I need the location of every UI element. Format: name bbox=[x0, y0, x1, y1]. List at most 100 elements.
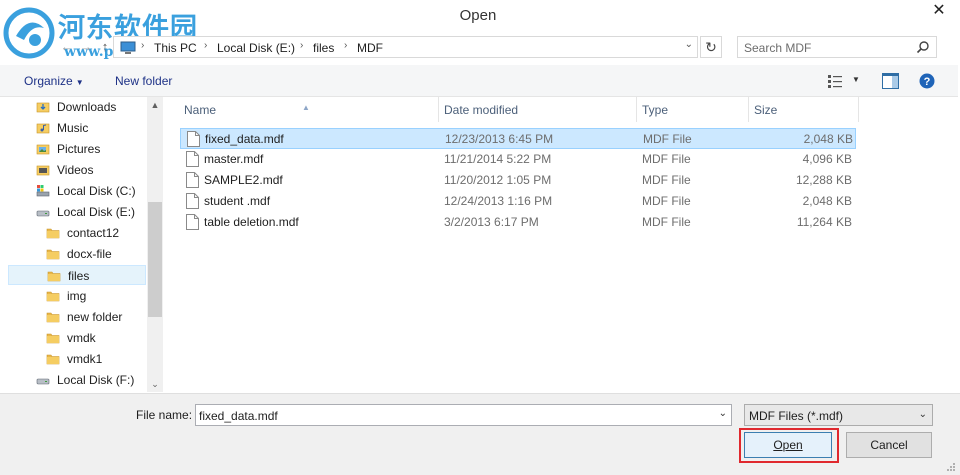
folder-icon bbox=[46, 310, 60, 324]
nav-item-docx-file[interactable]: docx-file bbox=[8, 244, 146, 264]
nav-scrollbar[interactable]: ▲ ⌄ bbox=[147, 97, 163, 392]
nav-item-local-disk-f[interactable]: Local Disk (F:) bbox=[8, 370, 146, 390]
svg-text:?: ? bbox=[924, 76, 931, 88]
file-icon bbox=[186, 193, 199, 209]
file-type: MDF File bbox=[642, 173, 691, 187]
file-size: 2,048 KB bbox=[802, 194, 852, 208]
nav-item-local-disk-c[interactable]: Local Disk (C:) bbox=[8, 181, 146, 201]
file-row[interactable]: master.mdf 11/21/2014 5:22 PM MDF File 4,09… bbox=[180, 149, 856, 170]
file-date-modified: 12/24/2013 1:16 PM bbox=[444, 194, 553, 208]
chevron-down-icon[interactable]: ⌄ bbox=[919, 409, 927, 420]
file-type: MDF File bbox=[643, 132, 692, 146]
music-folder-icon bbox=[36, 121, 50, 135]
cancel-button[interactable]: Cancel bbox=[846, 432, 932, 458]
column-name-label: Name bbox=[184, 103, 217, 117]
drive-icon bbox=[36, 205, 50, 219]
breadcrumb-local-disk-e[interactable]: Local Disk (E:) bbox=[217, 41, 295, 55]
nav-item-label: Videos bbox=[57, 163, 94, 177]
organize-label: Organize bbox=[24, 74, 73, 88]
nav-item-videos[interactable]: Videos bbox=[8, 160, 146, 180]
nav-item-label: Pictures bbox=[57, 142, 101, 156]
file-size: 11,264 KB bbox=[796, 215, 852, 229]
breadcrumb-files[interactable]: files bbox=[313, 41, 334, 55]
file-type-select[interactable]: MDF Files (*.mdf) ⌄ bbox=[744, 404, 933, 426]
file-name-input[interactable] bbox=[199, 407, 699, 424]
folder-icon bbox=[46, 289, 60, 303]
breadcrumb-mdf[interactable]: MDF bbox=[357, 41, 383, 55]
address-bar[interactable]: › This PC › Local Disk (E:) › files › MD… bbox=[113, 36, 698, 58]
forward-arrow-icon[interactable]: → bbox=[77, 37, 95, 57]
chevron-down-icon[interactable]: ⌄ bbox=[719, 408, 727, 419]
file-name-label: File name: bbox=[136, 408, 193, 422]
navigation-pane[interactable]: Downloads Music Pictures Videos Local Disk (… bbox=[8, 97, 163, 392]
nav-item-vmdk1[interactable]: vmdk1 bbox=[8, 349, 146, 369]
nav-item-label: contact12 bbox=[67, 226, 120, 240]
search-icon[interactable] bbox=[916, 40, 930, 54]
refresh-icon[interactable]: ↻ bbox=[700, 36, 722, 58]
file-icon bbox=[186, 172, 199, 188]
search-input[interactable] bbox=[744, 39, 914, 56]
file-row[interactable]: fixed_data.mdf 12/23/2013 6:45 PM MDF File… bbox=[180, 128, 856, 149]
file-name-combobox[interactable]: ⌄ bbox=[195, 404, 732, 426]
column-divider[interactable] bbox=[858, 97, 859, 122]
up-arrow-icon[interactable]: ↑ bbox=[96, 37, 114, 57]
nav-item-new-folder[interactable]: new folder bbox=[8, 307, 146, 327]
chevron-down-icon[interactable]: ⌄ bbox=[685, 39, 693, 50]
nav-item-label: Local Disk (F:) bbox=[57, 373, 135, 387]
file-name: fixed_data.mdf bbox=[205, 132, 284, 146]
computer-icon bbox=[120, 41, 136, 54]
column-header-name[interactable]: Name ▲ bbox=[170, 97, 438, 122]
command-bar: Organize ▼ New folder ▼ ? bbox=[0, 65, 958, 97]
nav-item-vmdk[interactable]: vmdk bbox=[8, 328, 146, 348]
preview-pane-icon[interactable] bbox=[882, 73, 899, 89]
back-arrow-icon[interactable]: ← bbox=[58, 37, 76, 57]
file-row[interactable]: table deletion.mdf 3/2/2013 6:17 PM MDF Fi… bbox=[180, 212, 856, 233]
videos-folder-icon bbox=[36, 163, 50, 177]
nav-item-label: vmdk1 bbox=[67, 352, 103, 366]
organize-button[interactable]: Organize ▼ bbox=[24, 74, 84, 88]
file-list: Name ▲ Date modified Type Size fixed_dat… bbox=[170, 97, 955, 392]
file-name: table deletion.mdf bbox=[204, 215, 299, 229]
search-box[interactable] bbox=[737, 36, 937, 58]
nav-item-music[interactable]: Music bbox=[8, 118, 146, 138]
breadcrumb-separator-icon: › bbox=[300, 40, 304, 51]
file-size: 12,288 KB bbox=[795, 173, 852, 187]
view-options-icon[interactable] bbox=[828, 74, 844, 88]
file-date-modified: 11/20/2012 1:05 PM bbox=[444, 173, 552, 187]
breadcrumb-this-pc[interactable]: This PC bbox=[154, 41, 197, 55]
file-date-modified: 11/21/2014 5:22 PM bbox=[444, 152, 552, 166]
nav-item-downloads[interactable]: Downloads bbox=[8, 97, 146, 117]
column-header-size[interactable]: Size bbox=[748, 97, 858, 122]
breadcrumb-separator-icon: › bbox=[204, 40, 208, 51]
file-type: MDF File bbox=[642, 194, 691, 208]
open-button[interactable]: Open bbox=[744, 432, 832, 458]
drive-icon bbox=[36, 373, 50, 387]
nav-item-label: vmdk bbox=[67, 331, 96, 345]
resize-grip-icon[interactable] bbox=[946, 462, 956, 472]
file-row[interactable]: student .mdf 12/24/2013 1:16 PM MDF File 2,… bbox=[180, 191, 856, 212]
folder-icon bbox=[46, 331, 60, 345]
file-name: SAMPLE2.mdf bbox=[204, 173, 283, 187]
column-date-label: Date modified bbox=[444, 103, 519, 117]
column-size-label: Size bbox=[754, 103, 778, 117]
downloads-folder-icon bbox=[36, 100, 50, 114]
scroll-down-icon[interactable]: ⌄ bbox=[147, 376, 163, 392]
breadcrumb-separator-icon: › bbox=[344, 40, 348, 51]
scroll-thumb[interactable] bbox=[148, 202, 162, 317]
help-icon[interactable]: ? bbox=[919, 73, 935, 89]
nav-item-contact12[interactable]: contact12 bbox=[8, 223, 146, 243]
column-header-date-modified[interactable]: Date modified bbox=[438, 97, 636, 122]
sort-ascending-icon: ▲ bbox=[302, 103, 310, 112]
pictures-folder-icon bbox=[36, 142, 50, 156]
view-caret-down-icon[interactable]: ▼ bbox=[852, 75, 860, 84]
new-folder-button[interactable]: New folder bbox=[115, 74, 172, 88]
nav-item-local-disk-e[interactable]: Local Disk (E:) bbox=[8, 202, 146, 222]
scroll-up-icon[interactable]: ▲ bbox=[147, 97, 163, 113]
column-header-type[interactable]: Type bbox=[636, 97, 748, 122]
breadcrumb-separator-icon: › bbox=[141, 40, 145, 51]
nav-item-files[interactable]: files bbox=[8, 265, 146, 285]
nav-item-pictures[interactable]: Pictures bbox=[8, 139, 146, 159]
nav-item-img[interactable]: img bbox=[8, 286, 146, 306]
file-row[interactable]: SAMPLE2.mdf 11/20/2012 1:05 PM MDF File 12,… bbox=[180, 170, 856, 191]
close-icon[interactable]: ✕ bbox=[923, 0, 955, 22]
